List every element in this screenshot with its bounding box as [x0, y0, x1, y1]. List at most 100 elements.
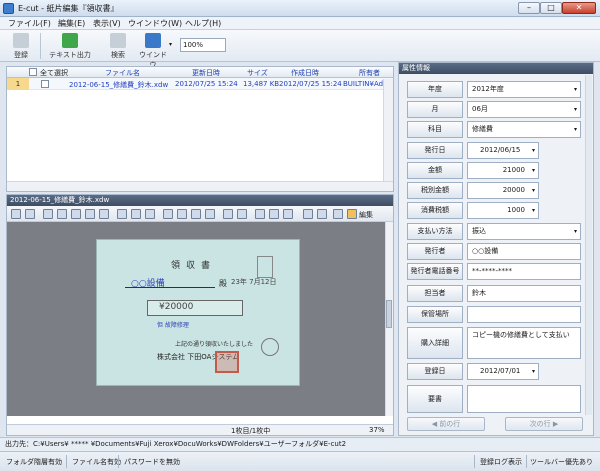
consumption-tax-field[interactable]: 1000 ▾	[467, 202, 539, 219]
zoom-dropdown-icon[interactable]: ▾	[169, 41, 172, 48]
menu-edit[interactable]: 編集(E)	[58, 18, 85, 29]
file-list-horizontal-scrollbar[interactable]	[7, 181, 393, 191]
label-registration-date: 登録日	[407, 363, 463, 380]
menu-file[interactable]: ファイル(F)	[8, 18, 51, 29]
status-password[interactable]: パスワードを無効	[124, 457, 180, 467]
month-select[interactable]: 06月 ▾	[467, 101, 581, 118]
menu-help[interactable]: ヘルプ(H)	[185, 18, 221, 29]
label-issuer: 発行者	[407, 243, 463, 260]
row-checkbox[interactable]	[41, 80, 49, 88]
zoom-area-icon[interactable]	[269, 209, 279, 219]
rotate-icon[interactable]	[71, 209, 81, 219]
amount-field[interactable]: 21000 ▾	[467, 162, 539, 179]
save-icon[interactable]	[11, 209, 21, 219]
payment-method-select[interactable]: 振込 ▾	[467, 223, 581, 240]
viewer-canvas[interactable]: 領収書 ○○設備 殿 23年 7月12日 ¥20000 但 故障修理 上記の通り…	[7, 222, 385, 416]
register-button[interactable]: 登録	[8, 32, 34, 60]
issuer-phone-field[interactable]: **-****-****	[467, 263, 581, 280]
prev-row-button[interactable]: ◀ 前の行	[407, 417, 485, 431]
issuer-field[interactable]: ○○設備	[467, 243, 581, 260]
label-amount: 金額	[407, 162, 463, 179]
delete-icon[interactable]	[99, 209, 109, 219]
status-separator	[526, 455, 527, 468]
notes-field[interactable]	[467, 385, 581, 413]
binder-icon[interactable]	[43, 209, 53, 219]
search-button[interactable]: 検索	[104, 32, 132, 60]
receipt-note: 但 故障修理	[157, 322, 189, 329]
properties-title: 属性情報	[399, 63, 593, 74]
receipt-date: 23年 7月12日	[231, 278, 277, 286]
status-toolbar-restore[interactable]: ツールバー優先あり	[530, 457, 593, 467]
header-size[interactable]: サイズ	[247, 68, 268, 78]
issue-date-picker[interactable]: 2012/06/15 ▾	[467, 142, 539, 159]
next-row-button[interactable]: 次の行 ▶	[505, 417, 583, 431]
properties-scrollbar[interactable]	[585, 75, 592, 415]
pretax-amount-field[interactable]: 20000 ▾	[467, 182, 539, 199]
edit-icon[interactable]	[347, 209, 357, 219]
row-filename: 2012-06-15_修繕費_鈴木.xdw	[69, 81, 169, 89]
purchase-details-field[interactable]: コピー機の修繕費として支払い	[467, 327, 581, 359]
menu-window[interactable]: ウインドウ(W)	[128, 18, 182, 29]
search-icon	[110, 33, 126, 48]
label-person-in-charge: 担当者	[407, 285, 463, 302]
maximize-button[interactable]: □	[540, 2, 562, 14]
label-notes: 要書	[407, 385, 463, 413]
pointer-icon[interactable]	[117, 209, 127, 219]
prev-page-icon[interactable]	[177, 209, 187, 219]
zoom-select[interactable]: 100%	[180, 38, 226, 52]
storage-location-field[interactable]	[467, 306, 581, 323]
viewer-scroll-thumb[interactable]	[386, 300, 392, 328]
spinner-icon: ▾	[531, 207, 535, 214]
minimize-button[interactable]: –	[518, 2, 540, 14]
header-created[interactable]: 作成日時	[291, 68, 319, 78]
status-login-display[interactable]: 登録ログ表示	[480, 457, 522, 467]
print-icon[interactable]	[25, 209, 35, 219]
chevron-down-icon: ▾	[531, 368, 535, 375]
fiscal-year-select[interactable]: 2012年度 ▾	[467, 81, 581, 98]
fit-width-icon[interactable]	[237, 209, 247, 219]
registration-date-picker[interactable]: 2012/07/01 ▾	[467, 363, 539, 380]
copy-icon[interactable]	[85, 209, 95, 219]
next-page-icon[interactable]	[191, 209, 201, 219]
person-in-charge-field[interactable]: 鈴木	[467, 285, 581, 302]
fit-page-icon[interactable]	[223, 209, 233, 219]
header-filename[interactable]: ファイル名	[105, 68, 140, 78]
text-export-button[interactable]: テキスト出力	[46, 32, 94, 60]
last-page-icon[interactable]	[205, 209, 215, 219]
menu-view[interactable]: 表示(V)	[93, 18, 121, 29]
window-icon	[145, 33, 161, 48]
window-button[interactable]: ウインドウ	[136, 32, 170, 69]
file-list-vertical-scrollbar[interactable]	[383, 79, 393, 181]
close-button[interactable]: ✕	[562, 2, 596, 14]
label-pretax-amount: 税別金額	[407, 182, 463, 199]
zoom-in-icon[interactable]	[255, 209, 265, 219]
header-updated[interactable]: 更新日時	[192, 68, 220, 78]
menu-bar: ファイル(F) 編集(E) 表示(V) ウインドウ(W) ヘルプ(H)	[0, 17, 600, 30]
hand-icon[interactable]	[131, 209, 141, 219]
viewer-status-bar	[7, 424, 393, 435]
output-path: 出力先：C:¥Users¥ ***** ¥Documents¥Fuji Xero…	[0, 437, 600, 451]
toolbar-separator	[40, 33, 41, 59]
edit-label[interactable]: 編集	[359, 210, 373, 220]
status-folder-layer[interactable]: フォルダ階層有効	[6, 457, 62, 467]
row-created: 2012/07/25 15:24	[279, 80, 342, 88]
row-updated: 2012/07/25 15:24	[175, 80, 238, 88]
status-filename[interactable]: ファイル名有効	[72, 457, 121, 467]
text-select-icon[interactable]	[145, 209, 155, 219]
receipt-received-text: 上記の通り領収いたしました	[175, 341, 254, 348]
page-view-icon[interactable]	[303, 209, 313, 219]
stamp-icon[interactable]	[57, 209, 67, 219]
header-owner[interactable]: 所有者	[359, 68, 380, 78]
header-select-all[interactable]: 全て選択	[40, 68, 68, 78]
zoom-out-icon[interactable]	[283, 209, 293, 219]
app-icon	[3, 3, 14, 14]
first-page-icon[interactable]	[163, 209, 173, 219]
thumbnail-icon[interactable]	[317, 209, 327, 219]
label-purchase-details: 購入詳細	[407, 327, 463, 359]
select-all-checkbox[interactable]	[29, 68, 37, 76]
annotation-icon[interactable]	[333, 209, 343, 219]
table-row[interactable]: 1 2012-06-15_修繕費_鈴木.xdw 2012/07/25 15:24…	[7, 78, 393, 90]
file-list: 全て選択 ファイル名 更新日時 サイズ 作成日時 所有者 1 2012-06-1…	[6, 66, 394, 192]
account-select[interactable]: 修繕費 ▾	[467, 121, 581, 138]
chevron-down-icon: ▾	[573, 106, 577, 113]
